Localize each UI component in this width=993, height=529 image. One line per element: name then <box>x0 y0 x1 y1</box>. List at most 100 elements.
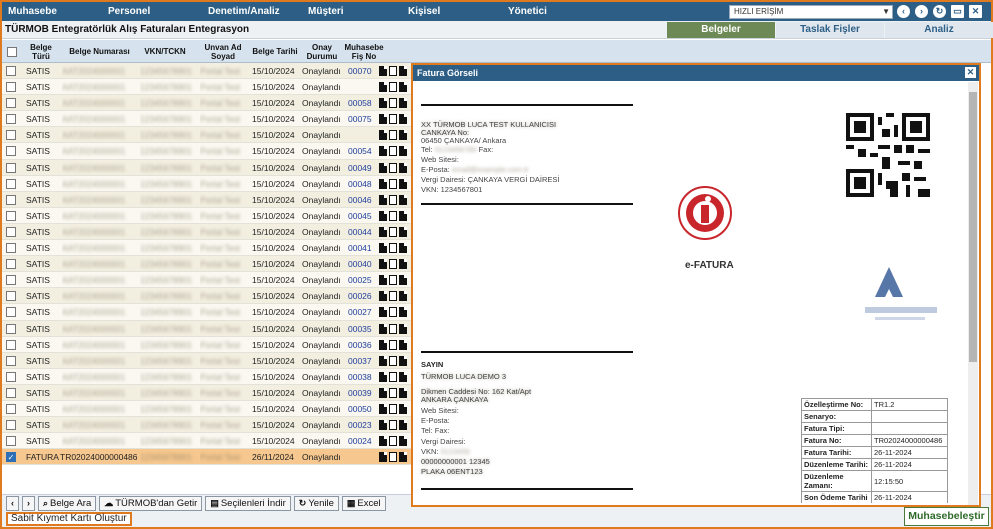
document-icon[interactable] <box>379 82 387 93</box>
document-icon[interactable] <box>379 339 387 350</box>
view-icon[interactable] <box>399 178 407 189</box>
row-checkbox[interactable] <box>6 371 16 382</box>
header-belge-tarihi[interactable]: Belge Tarihi <box>250 40 300 63</box>
table-row[interactable]: SATIS AAT2024000001 12345678901 Portal Test… <box>2 159 412 176</box>
document-icon[interactable] <box>379 452 387 463</box>
pdf-icon[interactable] <box>389 178 397 189</box>
forward-icon[interactable]: › <box>915 5 928 18</box>
document-icon[interactable] <box>379 210 387 221</box>
nav-denetim-analiz[interactable]: Denetim/Analiz <box>202 6 302 17</box>
create-fixed-asset-button[interactable]: Sabit Kıymet Kartı Oluştur <box>6 512 132 526</box>
nav-kisisel[interactable]: Kişisel <box>402 6 502 17</box>
pdf-icon[interactable] <box>389 339 397 350</box>
table-row[interactable]: SATIS AAT2024000001 12345678901 Portal Test… <box>2 111 412 128</box>
maximize-icon[interactable]: ▭ <box>951 5 964 18</box>
pdf-icon[interactable] <box>389 259 397 270</box>
row-checkbox[interactable] <box>6 210 16 221</box>
cell-fis-no[interactable]: 00035 <box>348 321 376 337</box>
table-row[interactable]: SATIS AAT2024000001 12345678901 Portal Test… <box>2 79 412 96</box>
cell-fis-no[interactable]: 00027 <box>348 304 376 320</box>
pdf-icon[interactable] <box>389 114 397 125</box>
document-icon[interactable] <box>379 194 387 205</box>
pdf-icon[interactable] <box>389 436 397 447</box>
row-checkbox[interactable] <box>6 66 16 76</box>
row-checkbox[interactable]: ✓ <box>6 452 16 463</box>
pdf-icon[interactable] <box>389 146 397 157</box>
row-checkbox[interactable] <box>6 130 16 141</box>
view-icon[interactable] <box>399 226 407 237</box>
pdf-icon[interactable] <box>389 420 397 431</box>
cell-fis-no[interactable]: 00044 <box>348 224 376 240</box>
pdf-icon[interactable] <box>389 355 397 366</box>
row-checkbox[interactable] <box>6 307 16 318</box>
document-icon[interactable] <box>379 387 387 398</box>
document-icon[interactable] <box>379 146 387 157</box>
pdf-icon[interactable] <box>389 291 397 302</box>
row-checkbox[interactable] <box>6 420 16 431</box>
select-all-checkbox[interactable] <box>7 46 17 57</box>
pdf-icon[interactable] <box>389 243 397 254</box>
table-row[interactable]: SATIS AAT2024000001 12345678901 Portal Test… <box>2 95 412 112</box>
table-row[interactable]: SATIS AAT2024000001 12345678901 Portal Test… <box>2 288 412 305</box>
table-row[interactable]: ✓ FATURA TR02024000000486 12345678901 Portal… <box>2 449 412 466</box>
table-row[interactable]: SATIS AAT2024000001 12345678901 Portal Test… <box>2 240 412 257</box>
document-icon[interactable] <box>379 114 387 125</box>
cell-fis-no[interactable]: 00025 <box>348 272 376 288</box>
row-checkbox[interactable] <box>6 178 16 189</box>
view-icon[interactable] <box>399 420 407 431</box>
cell-fis-no[interactable]: 00026 <box>348 288 376 304</box>
row-checkbox[interactable] <box>6 82 16 93</box>
table-row[interactable]: SATIS AAT2024000001 12345678901 Portal Test… <box>2 256 412 273</box>
refresh-icon[interactable]: ↻ <box>933 5 946 18</box>
pdf-icon[interactable] <box>389 275 397 286</box>
back-icon[interactable]: ‹ <box>897 5 910 18</box>
view-icon[interactable] <box>399 146 407 157</box>
quick-access-select[interactable]: HIZLI ERİŞİM ▼ <box>729 5 893 19</box>
cell-fis-no[interactable]: 00048 <box>348 176 376 192</box>
cell-fis-no[interactable]: 00045 <box>348 208 376 224</box>
view-icon[interactable] <box>399 291 407 302</box>
cell-fis-no[interactable]: 00075 <box>348 111 376 127</box>
view-icon[interactable] <box>399 452 407 463</box>
view-icon[interactable] <box>399 114 407 125</box>
view-icon[interactable] <box>399 210 407 221</box>
view-icon[interactable] <box>399 355 407 366</box>
table-row[interactable]: SATIS AAT2024000001 12345678901 Portal Test… <box>2 417 412 434</box>
cell-fis-no[interactable]: 00036 <box>348 337 376 353</box>
row-checkbox[interactable] <box>6 114 16 125</box>
cell-fis-no[interactable] <box>348 127 376 143</box>
view-icon[interactable] <box>399 436 407 447</box>
pdf-icon[interactable] <box>389 66 397 76</box>
row-checkbox[interactable] <box>6 436 16 447</box>
cell-fis-no[interactable] <box>348 79 376 95</box>
document-icon[interactable] <box>379 275 387 286</box>
cell-fis-no[interactable]: 00023 <box>348 417 376 433</box>
fetch-turmob-button[interactable]: ☁ TÜRMOB'dan Getir <box>99 495 203 511</box>
pdf-icon[interactable] <box>389 82 397 93</box>
cell-fis-no[interactable]: 00070 <box>348 63 376 79</box>
view-icon[interactable] <box>399 162 407 173</box>
document-icon[interactable] <box>379 162 387 173</box>
table-row[interactable]: SATIS AAT2024000001 12345678901 Portal Test… <box>2 368 412 385</box>
document-icon[interactable] <box>379 420 387 431</box>
cell-fis-no[interactable]: 00038 <box>348 369 376 385</box>
tab-analiz[interactable]: Analiz <box>885 22 993 38</box>
row-checkbox[interactable] <box>6 226 16 237</box>
table-row[interactable]: SATIS AAT2024000001 12345678901 Portal Test… <box>2 304 412 321</box>
document-icon[interactable] <box>379 403 387 414</box>
table-row[interactable]: SATIS AAT2024000001 12345678901 Portal Test… <box>2 63 412 80</box>
header-belge-turu[interactable]: Belge Türü <box>24 40 58 63</box>
row-checkbox[interactable] <box>6 291 16 302</box>
nav-personel[interactable]: Personel <box>102 6 202 17</box>
document-icon[interactable] <box>379 291 387 302</box>
view-icon[interactable] <box>399 307 407 318</box>
view-icon[interactable] <box>399 275 407 286</box>
document-icon[interactable] <box>379 307 387 318</box>
view-icon[interactable] <box>399 339 407 350</box>
nav-musteri[interactable]: Müşteri <box>302 6 402 17</box>
cell-fis-no[interactable] <box>348 449 376 465</box>
table-row[interactable]: SATIS AAT2024000001 12345678901 Portal Test… <box>2 223 412 241</box>
pdf-icon[interactable] <box>389 210 397 221</box>
pdf-icon[interactable] <box>389 387 397 398</box>
view-icon[interactable] <box>399 82 407 93</box>
